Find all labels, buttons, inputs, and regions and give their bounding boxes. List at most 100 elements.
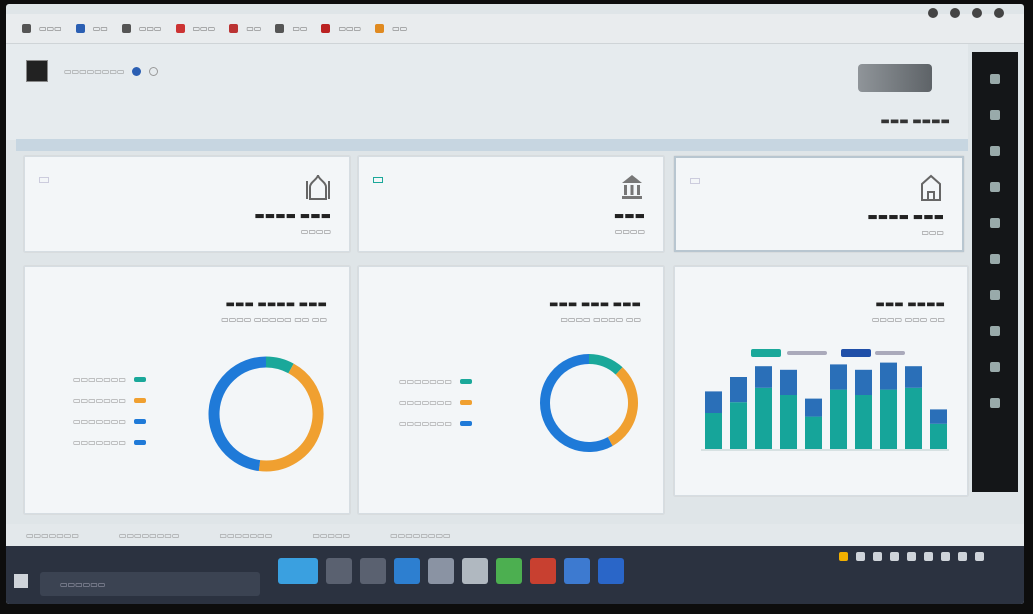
tray-icon[interactable]	[873, 552, 882, 561]
bar	[730, 402, 747, 449]
bar	[830, 364, 847, 390]
footer-item[interactable]: ▭▭▭▭▭	[312, 531, 350, 540]
bookmark-item[interactable]: ▭▭	[75, 24, 108, 33]
taskbar-app-icon[interactable]	[278, 558, 318, 584]
legend-label: ▭▭▭▭▭▭▭	[73, 417, 126, 426]
donut-slice	[208, 356, 267, 472]
donut-slice	[258, 363, 324, 472]
stat-card-title: ▬▬▬▬ ▬▬▬	[867, 210, 944, 223]
chart-card-bars: ▬▬▬ ▬▬▬▬ ▭▭▭▭ ▭▭▭ ▭▭	[674, 266, 968, 496]
bar	[755, 366, 772, 388]
chart-card-donut-2: ▬▬▬ ▬▬▬▬ ▬▬▬ ▭▭▭▭ ▭▭▭▭▭ ▭▭ ▭▭ ▭▭▭▭▭▭▭ ▭▭▭…	[24, 266, 350, 514]
bookmark-item[interactable]: ▭▭▭	[121, 24, 162, 33]
bookmark-icon	[22, 24, 31, 33]
taskbar-app-icon[interactable]	[326, 558, 352, 584]
menu-icon[interactable]	[994, 8, 1004, 18]
taskbar-app-icon[interactable]	[598, 558, 624, 584]
sidebar-rail	[972, 52, 1018, 492]
bookmark-item[interactable]: ▭▭	[375, 24, 407, 33]
taskbar-app-icon[interactable]	[530, 558, 556, 584]
taskbar-app-icon[interactable]	[394, 558, 420, 584]
taskbar-app-icon[interactable]	[496, 558, 522, 584]
bar	[905, 387, 922, 449]
bar	[805, 398, 822, 417]
legend-swatch	[459, 400, 472, 405]
tray-icon[interactable]	[924, 552, 933, 561]
notification-icon[interactable]	[132, 66, 142, 76]
legend-swatch	[133, 440, 146, 445]
chart-title: ▬▬▬ ▬▬▬▬ ▬▬▬	[225, 299, 327, 310]
footer-item[interactable]: ▭▭▭▭▭▭▭▭	[390, 531, 450, 540]
tray-icon[interactable]	[856, 552, 865, 561]
tray-icon[interactable]	[975, 552, 984, 561]
rail-icon[interactable]	[990, 362, 1000, 372]
bookmark-item[interactable]: ▭▭▭	[22, 24, 62, 33]
header-divider	[16, 139, 968, 151]
user-box[interactable]: ▭▭▭▭▭▭▭▭	[26, 60, 159, 82]
legend-swatch	[459, 379, 472, 384]
bookmark-item[interactable]: ▭▭	[275, 24, 307, 33]
taskbar-apps	[278, 558, 624, 584]
stat-card-title: ▬▬▬	[613, 209, 645, 222]
rail-icon[interactable]	[990, 182, 1000, 192]
rail-icon[interactable]	[990, 326, 1000, 336]
bar	[855, 395, 872, 449]
rail-icon[interactable]	[990, 254, 1000, 264]
breadcrumb: ▬▬▬ ▬▬▬▬	[880, 116, 950, 127]
legend-label: ▭▭▭▭▭▭▭	[73, 396, 126, 405]
stat-card[interactable]: ▬▬▬ ▭▭▭▭	[358, 156, 664, 252]
bar	[780, 395, 797, 449]
legend-swatch	[133, 377, 146, 382]
stat-card[interactable]: ▬▬▬▬ ▬▬▬ ▭▭▭	[674, 156, 964, 252]
bookmark-icon	[321, 24, 331, 33]
taskbar-app-icon[interactable]	[462, 558, 488, 584]
start-icon[interactable]	[14, 574, 28, 588]
footer-item[interactable]: ▭▭▭▭▭▭▭	[219, 531, 272, 540]
settings-icon[interactable]	[149, 66, 159, 76]
extension-icon[interactable]	[928, 8, 938, 18]
rail-icon[interactable]	[990, 290, 1000, 300]
tray-icon[interactable]	[839, 552, 848, 561]
bookmark-item[interactable]: ▭▭▭	[321, 24, 361, 33]
taskbar-app-icon[interactable]	[428, 558, 454, 584]
rail-icon[interactable]	[990, 398, 1000, 408]
taskbar-app-icon[interactable]	[360, 558, 386, 584]
legend-swatch	[459, 421, 472, 426]
rail-icon[interactable]	[990, 146, 1000, 156]
bookmark-item[interactable]: ▭▭	[229, 24, 261, 33]
tray-icon[interactable]	[907, 552, 916, 561]
tray-icon[interactable]	[890, 552, 899, 561]
bookmark-icon	[229, 24, 239, 33]
footer-item[interactable]: ▭▭▭▭▭▭▭▭	[119, 531, 179, 540]
legend-item: ▭▭▭▭▭▭▭	[399, 377, 472, 386]
extension-icon[interactable]	[950, 8, 960, 18]
stat-card[interactable]: ▬▬▬▬ ▬▬▬ ▭▭▭▭	[24, 156, 350, 252]
chart-title: ▬▬▬ ▬▬▬ ▬▬▬	[549, 299, 641, 310]
system-tray	[839, 552, 984, 561]
rail-icon[interactable]	[990, 110, 1000, 120]
tray-icon[interactable]	[941, 552, 950, 561]
taskbar-search[interactable]: ▭▭▭▭▭▭	[40, 572, 260, 596]
mosque-icon	[306, 174, 330, 200]
bank-icon	[622, 175, 642, 199]
chart-card-donut-1: ▬▬▬ ▬▬▬ ▬▬▬ ▭▭▭▭ ▭▭▭▭ ▭▭ ▭▭▭▭▭▭▭ ▭▭▭▭▭▭▭ ▭…	[358, 266, 664, 514]
chart-subtitle: ▭▭▭▭ ▭▭▭▭ ▭▭	[560, 315, 641, 324]
footer-item[interactable]: ▭▭▭▭▭▭▭	[26, 531, 79, 540]
donut-slice	[265, 356, 294, 374]
taskbar-app-icon[interactable]	[564, 558, 590, 584]
stat-card-subtitle: ▭▭▭	[921, 228, 944, 237]
bar-chart	[701, 349, 949, 451]
bar	[930, 409, 947, 424]
rail-icon[interactable]	[990, 218, 1000, 228]
stat-card-title: ▬▬▬▬ ▬▬▬	[254, 209, 331, 222]
stat-card-badge	[373, 177, 383, 183]
rail-icon[interactable]	[990, 74, 1000, 84]
legend-label: ▭▭▭▭▭▭▭	[73, 438, 126, 447]
bookmark-item[interactable]: ▭▭▭	[175, 24, 215, 33]
legend-label	[875, 351, 905, 355]
tray-icon[interactable]	[958, 552, 967, 561]
stat-card-subtitle: ▭▭▭▭	[614, 227, 645, 236]
profile-icon[interactable]	[972, 8, 982, 18]
chart-legend: ▭▭▭▭▭▭▭ ▭▭▭▭▭▭▭ ▭▭▭▭▭▭▭	[399, 377, 472, 428]
legend-label	[787, 351, 827, 355]
